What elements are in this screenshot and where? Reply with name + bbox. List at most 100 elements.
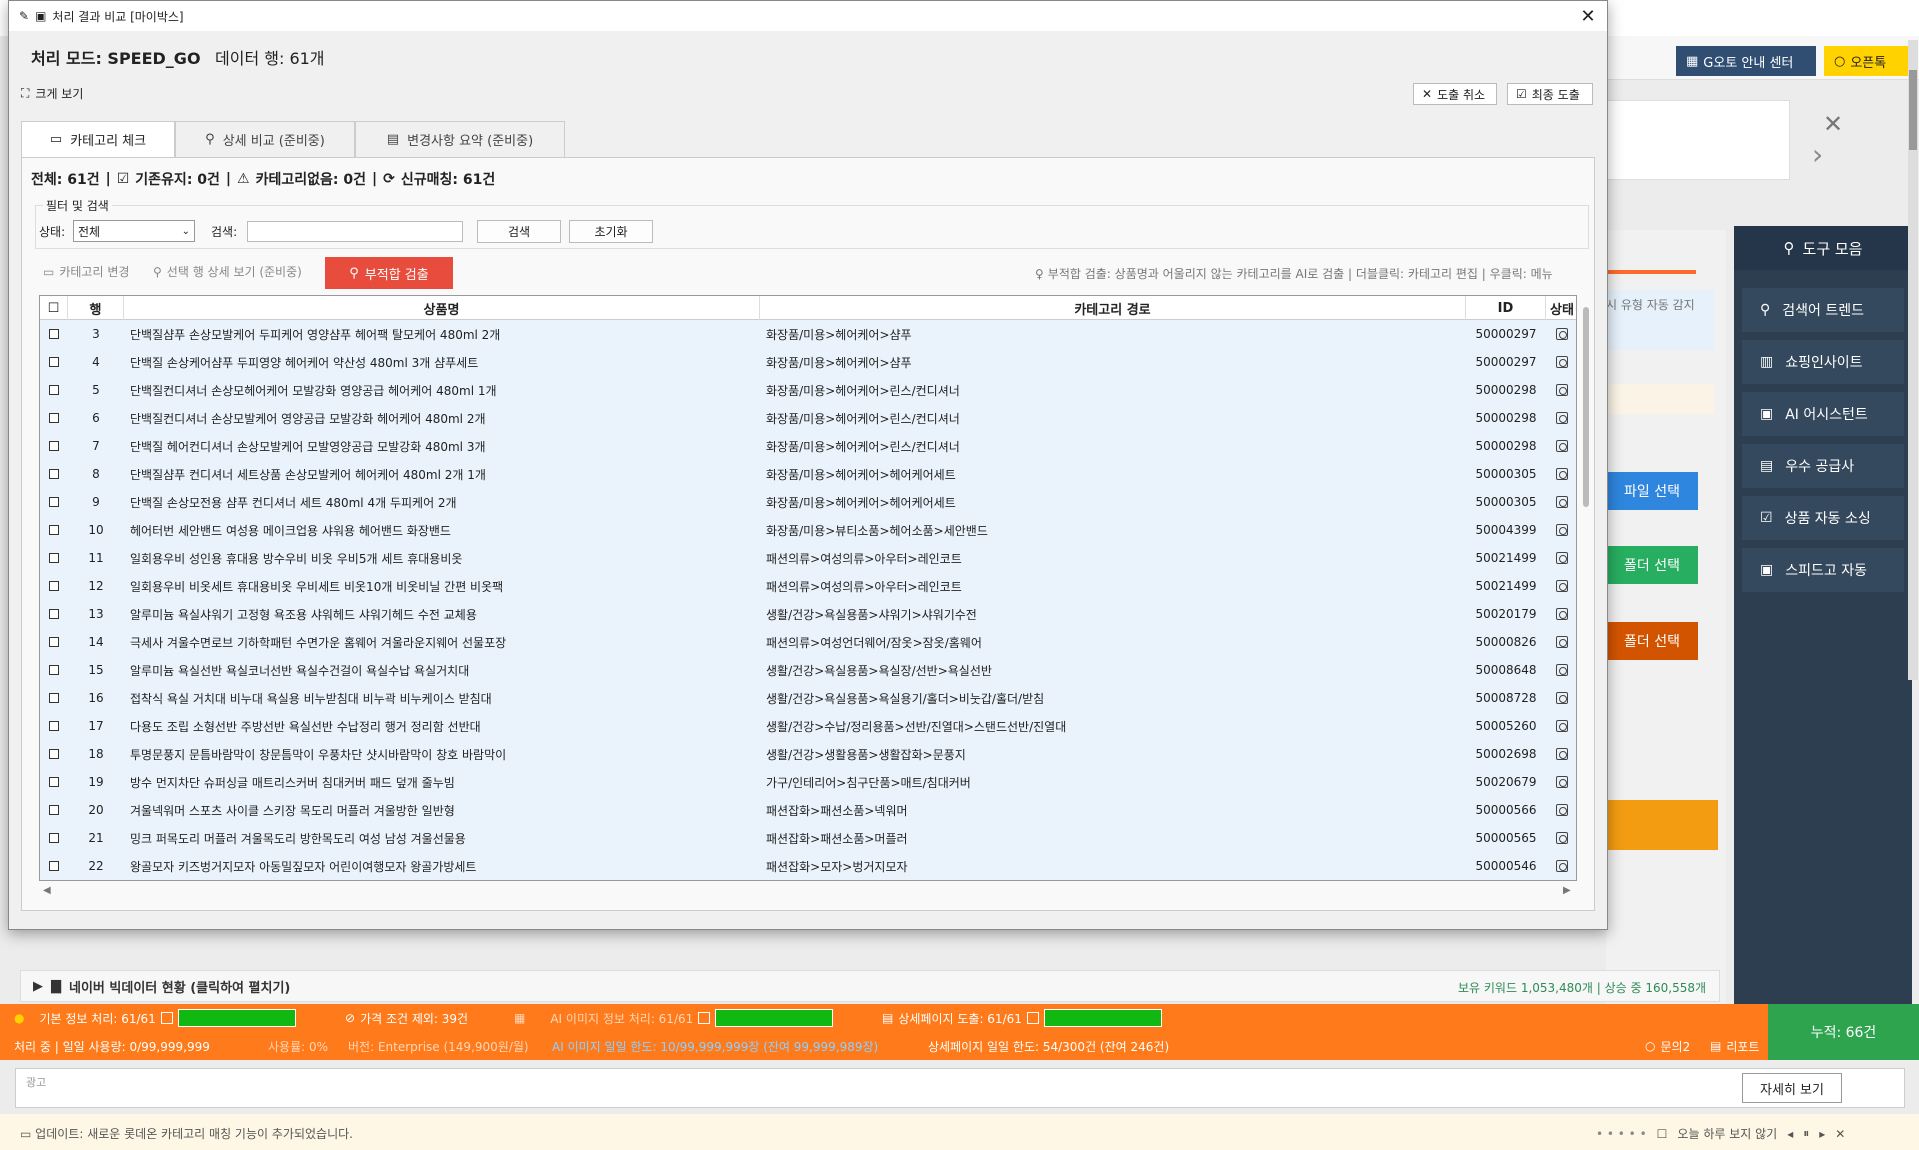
header-status[interactable]: 상태 (1546, 296, 1576, 320)
row-checkbox[interactable] (40, 572, 68, 600)
row-checkbox[interactable] (40, 768, 68, 796)
header-row[interactable]: 행 (68, 296, 124, 320)
tool-speedgo-auto[interactable]: ▣ 스피드고 자동 (1742, 548, 1904, 592)
row-checkbox[interactable] (40, 740, 68, 768)
row-checkbox[interactable] (40, 376, 68, 404)
inquiry-button[interactable]: ○ 문의2 (1645, 1032, 1690, 1060)
chevron-right-icon[interactable]: › (1812, 138, 1823, 171)
file-select-button[interactable]: 파일 선택 (1606, 472, 1698, 510)
row-checkbox[interactable] (40, 348, 68, 376)
table-scrollbar[interactable] (1583, 307, 1589, 507)
row-checkbox[interactable] (40, 516, 68, 544)
category-path-cell[interactable]: 생활/건강>욕실용품>욕실용기/홀더>비눗갑/홀더/받침 (766, 684, 1462, 712)
category-path-cell[interactable]: 패션잡화>모자>벙거지모자 (766, 852, 1462, 880)
cancel-export-button[interactable]: ✕ 도출 취소 (1413, 83, 1497, 105)
table-row[interactable]: 3 단백질샴푸 손상모발케어 두피케어 영양샴푸 헤어팩 탈모케어 480ml 2… (40, 320, 1576, 348)
tool-search-trend[interactable]: ⚲ 검색어 트렌드 (1742, 288, 1904, 332)
row-checkbox[interactable] (40, 656, 68, 684)
search-input[interactable] (247, 221, 463, 242)
table-row[interactable]: 22 왕골모자 키즈벙거지모자 아동밀짚모자 어린이여행모자 왕골가방세트 패션잡화… (40, 852, 1576, 880)
row-checkbox[interactable] (40, 544, 68, 572)
guide-center-button[interactable]: ▦ G오토 안내 센터 (1676, 46, 1816, 76)
inappropriate-detect-button[interactable]: ⚲ 부적합 검출 (325, 257, 453, 289)
header-category-path[interactable]: 카테고리 경로 (760, 296, 1466, 320)
close-icon[interactable]: ✕ (1823, 110, 1843, 138)
category-path-cell[interactable]: 화장품/미용>헤어케어>헤어케어세트 (766, 460, 1462, 488)
category-path-cell[interactable]: 화장품/미용>뷰티소품>헤어소품>세안밴드 (766, 516, 1462, 544)
category-path-cell[interactable]: 패션의류>여성의류>아우터>레인코트 (766, 544, 1462, 572)
row-checkbox[interactable] (40, 404, 68, 432)
category-path-cell[interactable]: 화장품/미용>헤어케어>린스/컨디셔너 (766, 376, 1462, 404)
final-export-button[interactable]: ☑ 최종 도출 (1507, 83, 1593, 105)
dont-show-checkbox[interactable]: ☐ (1657, 1127, 1668, 1141)
table-row[interactable]: 9 단백질 손상모전용 샴푸 컨디셔너 세트 480ml 4개 두피케어 2개 화장… (40, 488, 1576, 516)
table-row[interactable]: 5 단백질컨디셔너 손상모헤어케어 모발강화 영양공급 헤어케어 480ml 1개… (40, 376, 1576, 404)
table-row[interactable]: 20 겨울넥워머 스포츠 사이클 스키장 목도리 머플러 겨울방한 일반형 패션잡화… (40, 796, 1576, 824)
row-checkbox[interactable] (40, 432, 68, 460)
category-path-cell[interactable]: 패션잡화>패션소품>넥워머 (766, 796, 1462, 824)
status-select[interactable]: 전체 ⌄ (73, 220, 195, 242)
pager-dots[interactable]: • • • • • (1596, 1127, 1647, 1141)
category-path-cell[interactable]: 화장품/미용>헤어케어>린스/컨디셔너 (766, 432, 1462, 460)
row-checkbox[interactable] (40, 488, 68, 516)
app-scrollbar-thumb[interactable] (1909, 70, 1917, 150)
open-talk-button[interactable]: ○ 오픈톡 (1824, 46, 1908, 76)
row-checkbox[interactable] (40, 628, 68, 656)
table-row[interactable]: 19 방수 먼지차단 슈퍼싱글 매트리스커버 침대커버 패드 덮개 줄누빔 가구/인… (40, 768, 1576, 796)
category-path-cell[interactable]: 화장품/미용>헤어케어>린스/컨디셔너 (766, 404, 1462, 432)
folder-select-button-2[interactable]: 폴더 선택 (1606, 622, 1698, 660)
header-product-name[interactable]: 상품명 (124, 296, 760, 320)
folder-select-button-1[interactable]: 폴더 선택 (1606, 546, 1698, 584)
category-path-cell[interactable]: 화장품/미용>헤어케어>헤어케어세트 (766, 488, 1462, 516)
scroll-left-icon[interactable]: ◀ (43, 885, 51, 896)
big-view-button[interactable]: ⛶ 크게 보기 (21, 85, 83, 102)
row-checkbox[interactable] (40, 684, 68, 712)
category-path-cell[interactable]: 패션의류>여성언더웨어/잠옷>잠옷/홈웨어 (766, 628, 1462, 656)
report-button[interactable]: ▤ 리포트 (1710, 1032, 1759, 1060)
search-button[interactable]: 검색 (477, 220, 561, 243)
row-checkbox[interactable] (40, 852, 68, 880)
table-row[interactable]: 15 알루미늄 욕실선반 욕실코너선반 욕실수건걸이 욕실수납 욕실거치대 생활/건… (40, 656, 1576, 684)
row-checkbox[interactable] (40, 796, 68, 824)
header-select-all[interactable]: ☐ (40, 296, 68, 320)
table-row[interactable]: 6 단백질컨디셔너 손상모발케어 영양공급 모발강화 헤어케어 480ml 2개 화… (40, 404, 1576, 432)
table-row[interactable]: 13 알루미늄 욕실샤워기 고정형 욕조용 샤워헤드 샤워기헤드 수전 교체용 생활… (40, 600, 1576, 628)
category-path-cell[interactable]: 패션잡화>패션소품>머플러 (766, 824, 1462, 852)
tab-change-summary[interactable]: ▤ 변경사항 요약 (준비중) (355, 121, 565, 157)
ad-detail-button[interactable]: 자세히 보기 (1742, 1073, 1842, 1103)
dialog-close-button[interactable]: ✕ (1575, 5, 1601, 27)
category-path-cell[interactable]: 패션의류>여성의류>아우터>레인코트 (766, 572, 1462, 600)
tab-detail-compare[interactable]: ⚲ 상세 비교 (준비중) (175, 121, 355, 157)
category-path-cell[interactable]: 가구/인테리어>침구단품>매트/침대커버 (766, 768, 1462, 796)
tool-auto-sourcing[interactable]: ☑ 상품 자동 소싱 (1742, 496, 1904, 540)
dialog-titlebar[interactable]: ✎ ▣ 처리 결과 비교 [마이박스] (9, 1, 1607, 31)
table-row[interactable]: 10 헤어터번 세안밴드 여성용 메이크업용 샤워용 헤어밴드 화장밴드 화장품/미… (40, 516, 1576, 544)
category-path-cell[interactable]: 생활/건강>수납/정리용품>선반/진열대>스탠드선반/진열대 (766, 712, 1462, 740)
table-row[interactable]: 17 다용도 조립 소형선반 주방선반 욕실선반 수납정리 행거 정리함 선반대 생… (40, 712, 1576, 740)
reset-button[interactable]: 초기화 (569, 220, 653, 243)
category-path-cell[interactable]: 생활/건강>욕실용품>욕실장/선반>욕실선반 (766, 656, 1462, 684)
row-checkbox[interactable] (40, 712, 68, 740)
detail-view-button[interactable]: ⚲ 선택 행 상세 보기 (준비중) (153, 263, 302, 280)
category-path-cell[interactable]: 화장품/미용>헤어케어>샴푸 (766, 348, 1462, 376)
table-row[interactable]: 11 일회용우비 성인용 휴대용 방수우비 비옷 우비5개 세트 휴대용비옷 패션의… (40, 544, 1576, 572)
scroll-right-icon[interactable]: ▶ (1563, 885, 1571, 896)
table-row[interactable]: 21 밍크 퍼목도리 머플러 겨울목도리 방한목도리 여성 남성 겨울선물용 패션잡… (40, 824, 1576, 852)
tool-supplier[interactable]: ▤ 우수 공급사 (1742, 444, 1904, 488)
prev-icon[interactable]: ◂ (1787, 1127, 1793, 1141)
category-path-cell[interactable]: 화장품/미용>헤어케어>샴푸 (766, 320, 1462, 348)
table-row[interactable]: 18 투명문풍지 문틈바람막이 창문틈막이 우풍차단 샷시바람막이 창호 바람막이… (40, 740, 1576, 768)
next-icon[interactable]: ▸ (1819, 1127, 1825, 1141)
table-row[interactable]: 7 단백질 헤어컨디셔너 손상모발케어 모발영양공급 모발강화 480ml 3개 화… (40, 432, 1576, 460)
row-checkbox[interactable] (40, 824, 68, 852)
table-row[interactable]: 14 극세사 겨울수면로브 기하학패턴 수면가운 홈웨어 겨울라운지웨어 선물포장… (40, 628, 1576, 656)
row-checkbox[interactable] (40, 320, 68, 348)
close-icon[interactable]: ✕ (1835, 1127, 1845, 1141)
header-id[interactable]: ID (1466, 296, 1546, 320)
category-path-cell[interactable]: 생활/건강>욕실용품>샤워기>샤워기수전 (766, 600, 1462, 628)
category-path-cell[interactable]: 생활/건강>생활용품>생활잡화>문풍지 (766, 740, 1462, 768)
table-row[interactable]: 16 접착식 욕실 거치대 비누대 욕실용 비누받침대 비누곽 비누케이스 받침대… (40, 684, 1576, 712)
row-checkbox[interactable] (40, 600, 68, 628)
tool-shopping-insight[interactable]: ▥ 쇼핑인사이트 (1742, 340, 1904, 384)
table-row[interactable]: 8 단백질샴푸 컨디셔너 세트상품 손상모발케어 헤어케어 480ml 2개 1개… (40, 460, 1576, 488)
